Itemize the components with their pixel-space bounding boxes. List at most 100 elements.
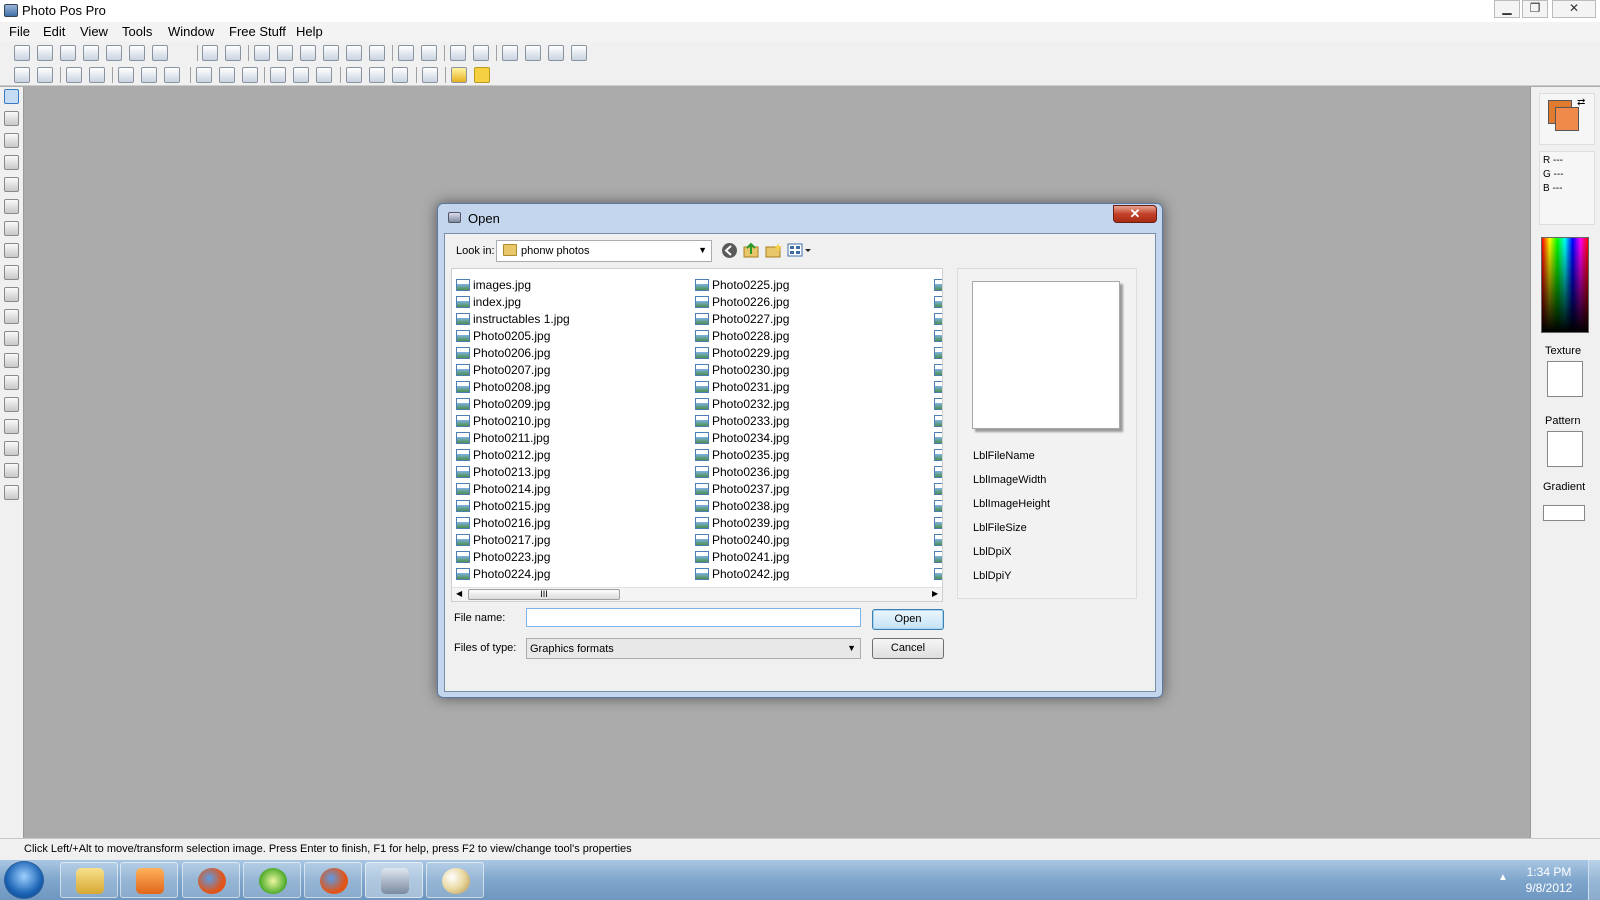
list-item[interactable]: [934, 430, 942, 446]
cancel-button[interactable]: Cancel: [872, 638, 944, 659]
taskbar-media-player[interactable]: [120, 862, 178, 898]
hue-icon[interactable]: [219, 67, 235, 83]
favorite-star-icon[interactable]: [474, 67, 490, 83]
clock[interactable]: 1:34 PM 9/8/2012: [1506, 864, 1592, 896]
pencil-icon[interactable]: [4, 221, 19, 236]
menu-tools[interactable]: Tools: [122, 24, 152, 39]
scan-icon[interactable]: [152, 45, 168, 61]
list-item[interactable]: [934, 328, 942, 344]
screen-capture-icon[interactable]: [369, 45, 385, 61]
brush-icon[interactable]: [4, 243, 19, 258]
dialog-close-button[interactable]: ✕: [1113, 205, 1157, 223]
levels-icon[interactable]: [141, 67, 157, 83]
undo-icon[interactable]: [202, 45, 218, 61]
swap-colors-icon[interactable]: ⇄: [1577, 97, 1585, 108]
scroll-left-icon[interactable]: ◀: [456, 589, 462, 598]
letter-icon[interactable]: [4, 419, 19, 434]
print-icon[interactable]: [129, 45, 145, 61]
minimize-button[interactable]: ▁: [1494, 0, 1520, 18]
shape-icon[interactable]: [4, 353, 19, 368]
gradient-swatch[interactable]: [1543, 505, 1585, 521]
lasso-icon[interactable]: [4, 155, 19, 170]
color-icon[interactable]: [242, 67, 258, 83]
list-item[interactable]: [934, 294, 942, 310]
effects-icon[interactable]: [369, 67, 385, 83]
paste-new-icon[interactable]: [323, 45, 339, 61]
list-item[interactable]: [934, 515, 942, 531]
redo-icon[interactable]: [225, 45, 241, 61]
resize-icon[interactable]: [525, 45, 541, 61]
clone-icon[interactable]: [4, 287, 19, 302]
move-icon[interactable]: [4, 89, 19, 104]
close-button[interactable]: ✕: [1552, 0, 1596, 18]
scroll-right-icon[interactable]: ▶: [932, 589, 938, 598]
cut-icon[interactable]: [254, 45, 270, 61]
file-name-input[interactable]: [526, 608, 861, 627]
paste-icon[interactable]: [300, 45, 316, 61]
restore-button[interactable]: ❐: [1522, 0, 1548, 18]
magic-select-icon[interactable]: [4, 177, 19, 192]
red-eye-icon[interactable]: [4, 485, 19, 500]
list-item[interactable]: [934, 532, 942, 548]
menu-window[interactable]: Window: [168, 24, 214, 39]
brightness-icon[interactable]: [196, 67, 212, 83]
list-item[interactable]: [934, 311, 942, 327]
open-button[interactable]: Open: [872, 609, 944, 630]
pattern-swatch[interactable]: [1547, 431, 1583, 467]
crop-icon[interactable]: [4, 199, 19, 214]
save-as-icon[interactable]: [106, 45, 122, 61]
list-item[interactable]: [934, 362, 942, 378]
list-item[interactable]: [934, 464, 942, 480]
paste-layer-icon[interactable]: [346, 45, 362, 61]
text-icon[interactable]: [4, 397, 19, 412]
retouch-icon[interactable]: [4, 463, 19, 478]
new-folder-icon[interactable]: [765, 242, 782, 259]
image-icon[interactable]: [270, 67, 286, 83]
grid-icon[interactable]: [502, 45, 518, 61]
menu-free-stuff[interactable]: Free Stuff: [229, 24, 286, 39]
show-desktop-button[interactable]: [1588, 860, 1600, 900]
contrast-icon[interactable]: [118, 67, 134, 83]
list-item[interactable]: [934, 498, 942, 514]
sharpen-icon[interactable]: [422, 67, 438, 83]
list-item[interactable]: [934, 396, 942, 412]
rotate-right-icon[interactable]: [37, 67, 53, 83]
fill-icon[interactable]: [4, 331, 19, 346]
open-icon[interactable]: [37, 45, 53, 61]
taskbar-photo-pos-pro[interactable]: [365, 862, 423, 898]
menu-help[interactable]: Help: [296, 24, 323, 39]
dropper-icon[interactable]: [4, 441, 19, 456]
list-item[interactable]: [934, 345, 942, 361]
eraser-icon[interactable]: [4, 375, 19, 390]
list-item[interactable]: [934, 277, 942, 293]
up-folder-icon[interactable]: [743, 242, 760, 259]
list-item[interactable]: [934, 379, 942, 395]
background-color[interactable]: [1555, 107, 1579, 131]
frame-icon[interactable]: [346, 67, 362, 83]
list-item[interactable]: [934, 549, 942, 565]
files-of-type-select[interactable]: Graphics formats ▼: [526, 638, 861, 659]
menu-view[interactable]: View: [80, 24, 108, 39]
save-icon[interactable]: [83, 45, 99, 61]
ruler-icon[interactable]: [571, 45, 587, 61]
list-item[interactable]: [934, 413, 942, 429]
taskbar-firefox-1[interactable]: [182, 862, 240, 898]
menu-file[interactable]: File: [9, 24, 30, 39]
texture-icon[interactable]: [392, 67, 408, 83]
filter-icon[interactable]: [316, 67, 332, 83]
taskbar-explorer[interactable]: [60, 862, 118, 898]
look-in-dropdown[interactable]: phonw photos ▼: [496, 240, 712, 262]
smudge-icon[interactable]: [4, 309, 19, 324]
curves-icon[interactable]: [164, 67, 180, 83]
layers-icon[interactable]: [293, 67, 309, 83]
airbrush-icon[interactable]: [4, 265, 19, 280]
new-icon[interactable]: [14, 45, 30, 61]
batch-icon[interactable]: [421, 45, 437, 61]
texture-swatch[interactable]: [1547, 361, 1583, 397]
flip-vertical-icon[interactable]: [89, 67, 105, 83]
properties-icon[interactable]: [473, 45, 489, 61]
color-spectrum-picker[interactable]: [1541, 237, 1589, 333]
start-button[interactable]: [4, 861, 44, 899]
menu-edit[interactable]: Edit: [43, 24, 65, 39]
browse-icon[interactable]: [60, 45, 76, 61]
